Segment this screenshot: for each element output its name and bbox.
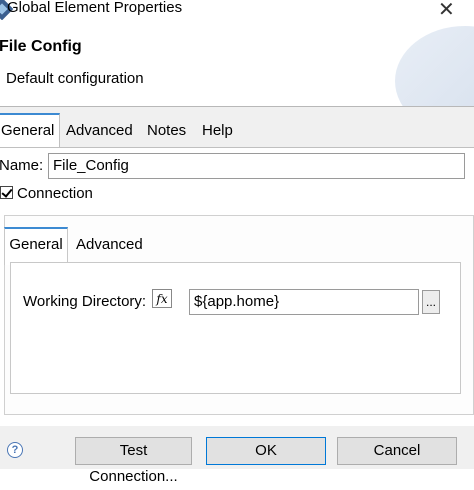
tab-notes-label: Notes (147, 122, 187, 139)
tab-advanced[interactable]: Advanced (66, 113, 133, 147)
header-description: Default configuration (6, 70, 144, 87)
inner-tab-advanced[interactable]: Advanced (76, 227, 143, 263)
tab-general-label: General (1, 122, 55, 139)
tab-general[interactable]: General (0, 113, 60, 149)
name-label: Name: (0, 157, 44, 174)
test-connection-button[interactable]: Test Connection... (75, 437, 192, 485)
header-decoration (395, 26, 474, 106)
inner-tab-general[interactable]: General (4, 227, 68, 265)
ok-button[interactable]: OK (206, 437, 326, 465)
fx-icon[interactable]: fx (152, 289, 172, 308)
header-title: File Config (0, 38, 82, 55)
tab-bar: General Advanced Notes Help (0, 113, 474, 149)
cancel-button[interactable]: Cancel (337, 437, 457, 465)
inner-tab-advanced-label: Advanced (76, 236, 143, 253)
working-directory-input[interactable]: ${app.home} (189, 289, 419, 315)
connection-tab-bar: General Advanced (4, 227, 470, 265)
connection-label: Connection (17, 185, 93, 202)
connection-checkbox[interactable] (0, 186, 13, 199)
name-input[interactable]: File_Config (48, 153, 465, 179)
tab-help[interactable]: Help (202, 113, 233, 147)
window-titlebar: Global Element Properties ✕ (0, 0, 474, 21)
working-directory-label: Working Directory: (23, 293, 147, 310)
browse-button[interactable]: ... (422, 290, 440, 314)
tab-notes[interactable]: Notes (147, 113, 186, 147)
connection-general-panel (10, 262, 461, 394)
tab-advanced-label: Advanced (66, 122, 133, 139)
close-icon[interactable]: ✕ (438, 0, 455, 21)
dialog-header: File Config Default configuration (0, 20, 474, 107)
window-title: Global Element Properties (7, 0, 183, 16)
inner-tab-general-label: General (9, 236, 63, 253)
help-icon[interactable]: ? (7, 442, 23, 458)
tab-help-label: Help (202, 122, 233, 139)
